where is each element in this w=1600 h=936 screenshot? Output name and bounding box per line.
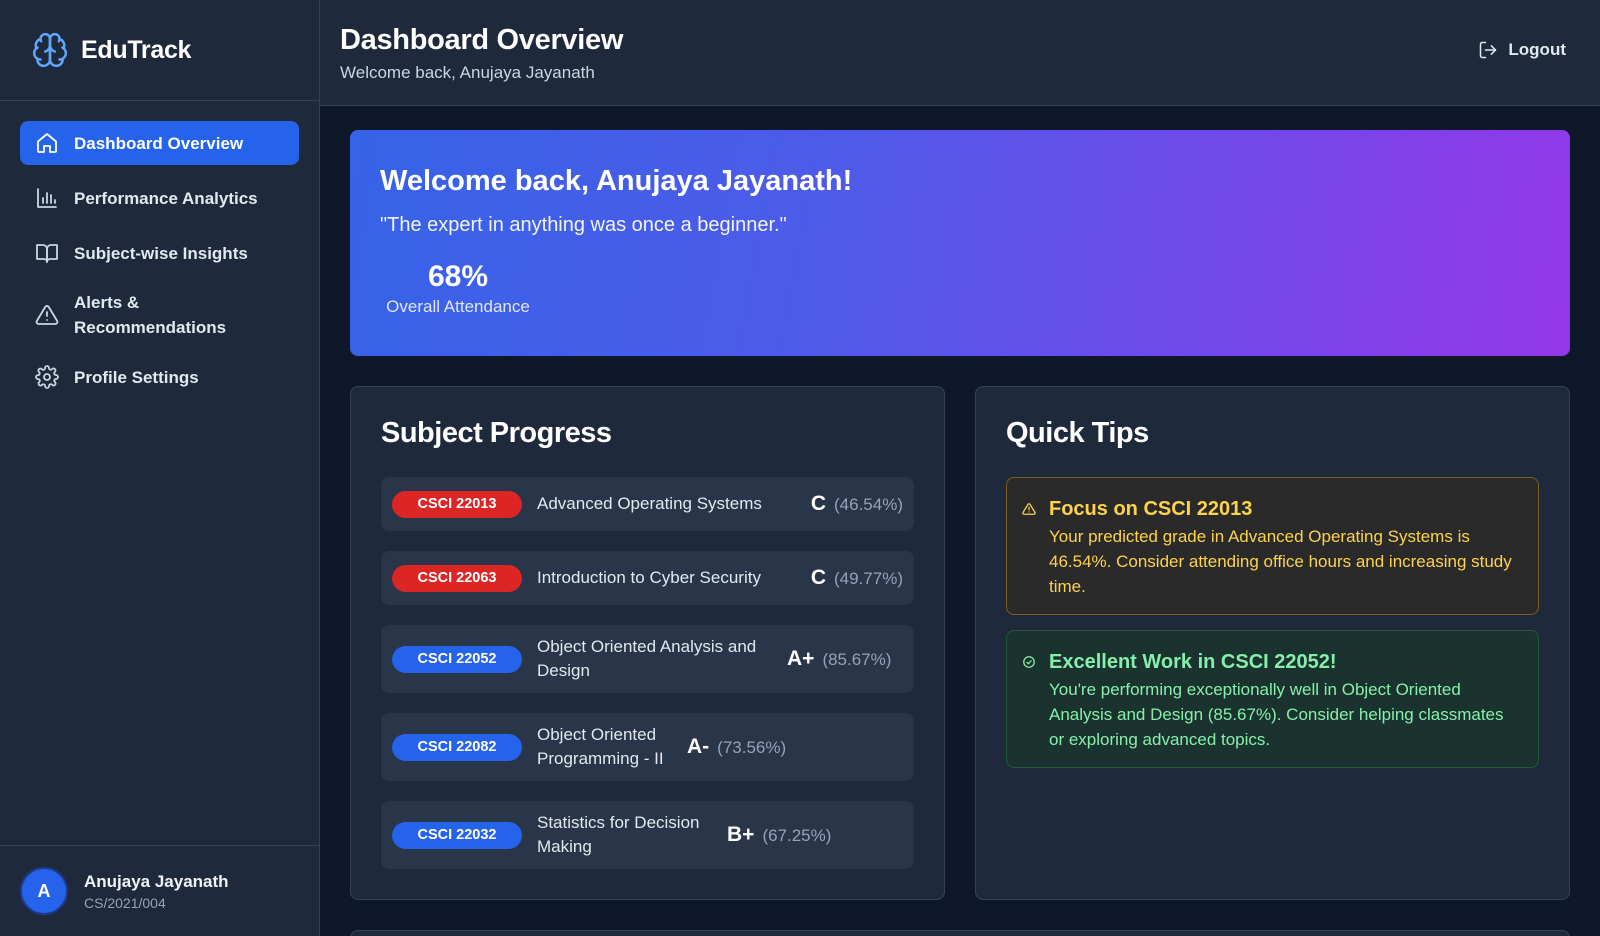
grade-percent: (49.77%): [834, 569, 903, 588]
logout-icon: [1480, 41, 1497, 59]
subject-row[interactable]: CSCI 22082 Object Oriented Programming -…: [381, 713, 914, 781]
header: Dashboard Overview Welcome back, Anujaya…: [320, 0, 1600, 106]
sidebar-item-dashboard-overview[interactable]: Dashboard Overview: [20, 121, 299, 165]
attendance-value: 68%: [427, 260, 489, 293]
sidebar-nav: Dashboard Overview Performance Analytics…: [0, 101, 319, 399]
subject-name: Statistics for Decision Making: [537, 813, 700, 856]
course-code-badge: CSCI 22032: [392, 821, 522, 849]
grade-letter: C: [810, 492, 827, 515]
subject-name: Advanced Operating Systems: [537, 494, 762, 513]
grade-percent: (67.25%): [762, 826, 832, 845]
subject-name: Object Oriented Programming - II: [537, 725, 664, 768]
sidebar-item-label: Dashboard Overview: [74, 133, 244, 153]
brand[interactable]: EduTrack: [0, 0, 319, 101]
attendance-label: Overall Attendance: [386, 297, 530, 316]
grade-percent: (85.67%): [822, 650, 892, 669]
grade-info: C (46.54%): [811, 492, 903, 516]
grade-info: B+ (67.25%): [727, 823, 831, 847]
book-icon: [36, 244, 58, 263]
course-code-badge: CSCI 22082: [392, 733, 522, 761]
page-title: Dashboard Overview: [340, 24, 624, 56]
bar-chart-icon: [37, 188, 57, 208]
course-code-badge: CSCI 22063: [392, 564, 522, 592]
banner-title: Welcome back, Anujaya Jayanath!: [380, 165, 853, 197]
home-icon: [37, 133, 57, 153]
grade-letter: A+: [787, 647, 815, 670]
grade-letter: C: [810, 566, 827, 589]
sidebar-item-label: Profile Settings: [74, 367, 199, 387]
user-info: Anujaya Jayanath CS/2021/004: [84, 872, 229, 911]
avatar: A: [20, 867, 68, 915]
grade-letter: B+: [727, 823, 755, 846]
app-name: EduTrack: [81, 35, 192, 64]
grade-info: A+ (85.67%): [787, 647, 891, 671]
logout-label: Logout: [1508, 40, 1566, 59]
card-title: Quick Tips: [1006, 417, 1149, 449]
tip-text: You're performing exceptionally well in …: [1049, 680, 1504, 749]
grade-info: A- (73.56%): [687, 735, 786, 759]
tip-success: Excellent Work in CSCI 22052! You're per…: [1006, 630, 1539, 768]
sidebar-item-label: Alerts & Recommendations: [74, 293, 227, 337]
sidebar-item-label: Subject-wise Insights: [74, 243, 248, 263]
gear-icon: [35, 365, 59, 389]
brain-icon: [32, 32, 68, 68]
course-code-badge: CSCI 22013: [392, 490, 522, 518]
sidebar-item-subject-wise-insights[interactable]: Subject-wise Insights: [20, 231, 299, 275]
subject-name: Object Oriented Analysis and Design: [537, 637, 757, 680]
sidebar-user-profile[interactable]: A Anujaya Jayanath CS/2021/004: [0, 845, 319, 936]
subject-name: Introduction to Cyber Security: [537, 568, 761, 587]
course-code-badge: CSCI 22052: [392, 645, 522, 673]
next-section-card: [350, 930, 1570, 936]
subject-row[interactable]: CSCI 22063 Introduction to Cyber Securit…: [381, 551, 914, 605]
sidebar-item-performance-analytics[interactable]: Performance Analytics: [20, 176, 299, 220]
check-circle-icon: [1023, 656, 1035, 668]
tip-warning: Focus on CSCI 22013 Your predicted grade…: [1006, 477, 1539, 615]
sidebar-item-profile-settings[interactable]: Profile Settings: [20, 355, 299, 399]
welcome-banner: Welcome back, Anujaya Jayanath! "The exp…: [350, 130, 1570, 356]
subject-row[interactable]: CSCI 22032 Statistics for Decision Makin…: [381, 801, 914, 869]
tip-title: Excellent Work in CSCI 22052!: [1049, 651, 1337, 673]
sidebar-item-alerts-recommendations[interactable]: Alerts & Recommendations: [20, 286, 299, 344]
motivational-quote: "The expert in anything was once a begin…: [380, 214, 787, 236]
page-subtitle: Welcome back, Anujaya Jayanath: [340, 63, 595, 82]
logout-button[interactable]: Logout: [1478, 40, 1566, 60]
tip-title: Focus on CSCI 22013: [1049, 498, 1253, 520]
alert-triangle-icon: [35, 305, 59, 325]
attendance-stat: 68% Overall Attendance: [380, 260, 536, 317]
alert-triangle-icon: [1022, 503, 1036, 515]
grade-info: C (49.77%): [811, 566, 903, 590]
grade-percent: (73.56%): [717, 738, 787, 757]
quick-tips-card: Quick Tips Focus on CSCI 22013 Your pred…: [975, 386, 1570, 900]
user-id: CS/2021/004: [84, 894, 166, 911]
subject-row[interactable]: CSCI 22013 Advanced Operating Systems C …: [381, 477, 914, 531]
sidebar: EduTrack Dashboard Overview Performance …: [0, 0, 320, 936]
card-title: Subject Progress: [381, 417, 612, 449]
subject-row[interactable]: CSCI 22052 Object Oriented Analysis and …: [381, 625, 914, 693]
user-name: Anujaya Jayanath: [84, 871, 229, 891]
subject-progress-card: Subject Progress CSCI 22013 Advanced Ope…: [350, 386, 945, 900]
tip-text: Your predicted grade in Advanced Operati…: [1049, 527, 1512, 596]
grade-letter: A-: [687, 735, 710, 758]
grade-percent: (46.54%): [834, 495, 903, 514]
sidebar-item-label: Performance Analytics: [74, 188, 258, 208]
